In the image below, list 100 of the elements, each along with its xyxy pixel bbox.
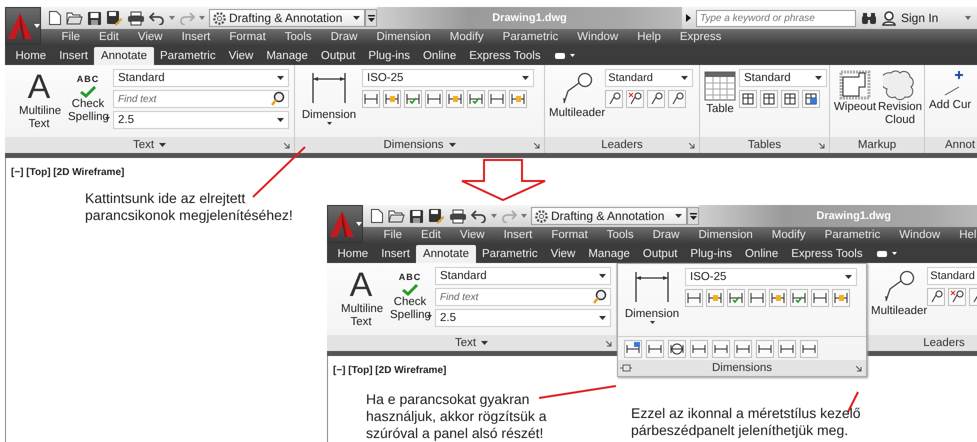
text-height-dropdown[interactable]: 2.5 [435,309,611,327]
ribbon-tab[interactable]: Home [9,47,53,65]
dimension-tool-icon[interactable] [800,340,818,358]
menu-item[interactable]: Edit [412,229,450,241]
caret-icon[interactable] [481,341,488,345]
viewport-label[interactable]: [−] [Top] [2D Wireframe] [11,167,124,178]
ribbon-tab[interactable]: Manage [260,47,314,65]
ribbon-button[interactable]: ABC Check Spelling [68,69,108,124]
panel-title-bar[interactable]: Markup [830,137,924,153]
menu-item[interactable]: Dimension [688,229,762,241]
dimension-tool-icon[interactable] [690,340,708,358]
panel-title-bar[interactable]: Leaders [867,335,977,351]
menu-item[interactable]: Insert [172,31,220,43]
ribbon-tab[interactable]: Manage [582,245,636,263]
dimension-tool-icon[interactable] [668,340,686,358]
menu-item[interactable]: Tools [275,31,322,43]
menu-item[interactable]: Edit [90,31,128,43]
leader-tool-icon[interactable] [626,90,644,108]
ribbon-tab[interactable]: Parametric [476,245,544,263]
menu-item[interactable]: Hel [950,229,977,241]
caret-icon[interactable] [159,143,166,147]
leader-tool-icon[interactable] [927,288,946,306]
ribbon-tab[interactable]: Insert [52,47,94,65]
text-style-dropdown[interactable]: Standard [113,69,289,87]
dimension-tool-icon[interactable] [685,289,703,307]
ribbon-tab[interactable]: Annotate [416,245,476,263]
binoculars-icon[interactable] [861,12,877,24]
workspace-dropdown[interactable]: Drafting & Annotation [209,9,365,27]
panel-title-bar[interactable]: Leaders [545,137,699,153]
ribbon-tab[interactable]: View [544,245,582,263]
leader-tool-icon[interactable] [647,90,666,108]
ribbon-button[interactable]: Dimension [299,71,359,125]
dimension-tool-icon[interactable] [734,340,752,358]
dialog-launcher-icon[interactable] [284,143,290,149]
workspace-dropdown[interactable]: Drafting & Annotation [531,207,687,225]
menu-item[interactable]: Insert [494,229,542,241]
dialog-launcher-icon[interactable] [534,143,540,149]
menu-item[interactable]: Draw [321,31,367,43]
dimension-tool-icon[interactable] [383,90,401,108]
panel-title-bar[interactable]: Annot [925,137,977,153]
sign-in-button[interactable]: Sign In [901,11,938,25]
text-style-dropdown[interactable]: Standard [435,267,611,285]
table-style-dropdown[interactable]: Standard [739,69,827,87]
find-field[interactable]: Find text [113,90,289,108]
ribbon-tab[interactable]: View [222,47,260,65]
leader-tool-icon[interactable] [668,90,686,108]
ribbon-button[interactable]: ABC Check Spelling [390,267,430,322]
ribbon-tab[interactable]: Home [331,245,375,263]
menu-item[interactable]: Dimension [366,31,440,43]
ribbon-tab[interactable]: Express Tools [462,47,548,65]
ribbon-tab[interactable]: Insert [374,245,416,263]
dimension-tool-icon[interactable] [467,90,485,108]
dimension-tool-icon[interactable] [790,289,808,307]
new-file-icon[interactable] [48,10,62,26]
menu-item[interactable]: File [374,229,412,241]
leader-tool-icon[interactable] [948,288,966,306]
ribbon-button[interactable]: A Multiline Text [335,267,387,329]
customize-button[interactable] [687,207,699,225]
menu-item[interactable]: Format [220,31,276,43]
ribbon-tab[interactable]: Annotate [94,47,154,65]
panel-title-bar[interactable]: Tables [700,137,829,153]
dimension-tool-icon[interactable] [624,340,642,358]
dimension-tool-icon[interactable] [404,90,422,108]
ribbon-tab[interactable]: Plug-ins [684,245,738,263]
table-tool-icon[interactable] [760,90,778,108]
menu-item[interactable]: Format [542,229,598,241]
table-tool-icon[interactable] [781,90,799,108]
menu-item[interactable]: Draw [643,229,689,241]
dimension-tool-icon[interactable] [488,90,506,108]
ribbon-tab[interactable]: Plug-ins [362,47,416,65]
menu-item[interactable]: Parametric [493,31,568,43]
save-icon[interactable] [87,10,102,26]
open-folder-icon[interactable] [388,209,405,223]
dimension-tool-icon[interactable] [811,289,829,307]
dimension-style-dropdown[interactable]: ISO-25 [685,268,857,286]
menu-item[interactable]: View [450,229,494,241]
leader-style-dropdown[interactable]: Standard [605,69,694,87]
ribbon-button[interactable]: Multileader [871,269,928,318]
dimension-tool-icon[interactable] [769,289,787,307]
ribbon-tab[interactable]: Parametric [154,47,222,65]
leader-style-dropdown[interactable]: Standard [927,267,977,285]
dimension-tool-icon[interactable] [425,90,443,108]
panel-title-bar[interactable]: Text [327,335,616,351]
dimension-tool-icon[interactable] [646,340,664,358]
user-icon[interactable] [882,10,896,26]
dimension-style-dropdown[interactable]: ISO-25 [362,69,534,87]
undo-icon[interactable] [149,11,165,25]
ribbon-button[interactable]: A Multiline Text [13,69,65,131]
dialog-launcher-icon[interactable] [689,143,695,149]
undo-icon[interactable] [471,209,487,223]
table-tool-icon[interactable] [739,90,757,108]
table-tool-icon[interactable] [802,90,820,108]
ribbon-tab[interactable]: Online [738,245,785,263]
ribbon-button[interactable]: Dimension [622,270,682,324]
ribbon-tab[interactable]: Online [416,47,463,65]
menu-item[interactable]: Parametric [815,229,890,241]
pin-icon[interactable] [620,363,632,373]
find-field[interactable]: Find text [435,288,611,306]
panel-title-bar[interactable]: Dimensions [618,360,866,376]
open-folder-icon[interactable] [66,11,83,25]
